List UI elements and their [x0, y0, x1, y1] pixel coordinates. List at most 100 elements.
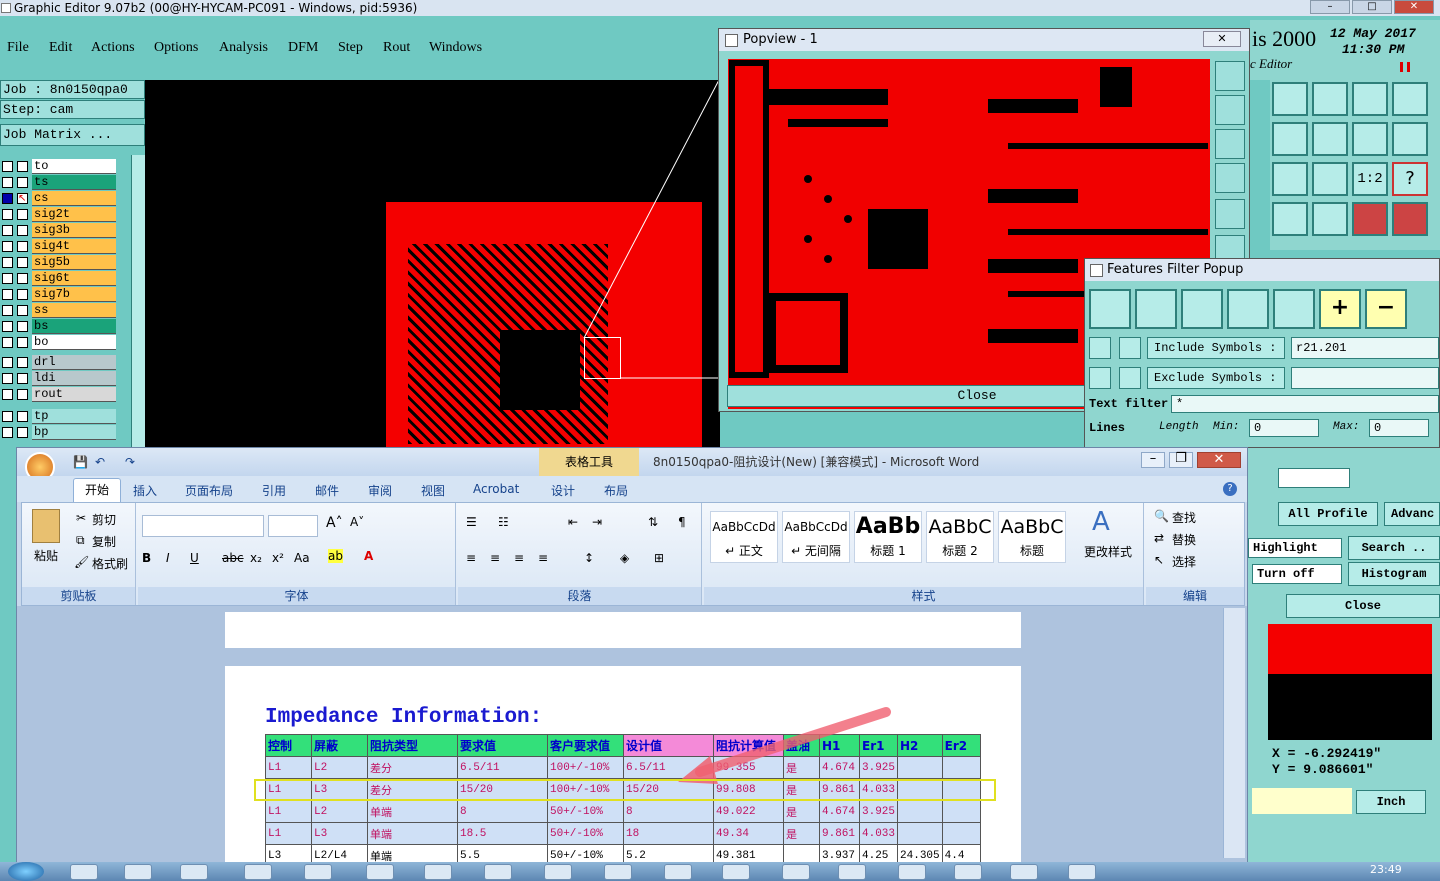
table-cell[interactable]: L2: [311, 756, 368, 779]
table-cell[interactable]: L1: [265, 800, 312, 823]
menu-options[interactable]: Options: [154, 40, 198, 56]
table-cell[interactable]: [941, 756, 981, 779]
table-header-cell[interactable]: 控制: [265, 734, 312, 757]
layer-checkbox[interactable]: [2, 177, 13, 188]
grow-font-icon[interactable]: A˄: [326, 515, 343, 531]
tab-design[interactable]: 设计: [551, 482, 575, 499]
layer-checkbox[interactable]: [2, 273, 13, 284]
font-name-select[interactable]: [142, 515, 264, 537]
align-left-icon[interactable]: ≡: [466, 551, 476, 565]
layer-checkbox[interactable]: [2, 225, 13, 236]
taskbar-ge-icon-1[interactable]: [544, 864, 572, 880]
layer-affected-checkbox[interactable]: [17, 321, 28, 332]
paste-icon[interactable]: [32, 509, 60, 543]
include-symbols-input[interactable]: r21.201: [1291, 337, 1439, 359]
help-icon[interactable]: ?: [1223, 482, 1237, 496]
include-pick-icon[interactable]: [1119, 337, 1141, 359]
bullets-icon[interactable]: ☰: [466, 515, 477, 529]
table-cell[interactable]: 差分: [367, 756, 458, 779]
exclude-symbols-input[interactable]: [1291, 367, 1439, 389]
pan-left-icon[interactable]: [1272, 122, 1308, 156]
tab-acrobat[interactable]: Acrobat: [473, 482, 519, 496]
table-cell[interactable]: 8: [623, 800, 714, 823]
find-button[interactable]: 查找: [1172, 509, 1196, 526]
layer-row-sig3b[interactable]: sig3b: [0, 223, 116, 238]
layer-affected-checkbox[interactable]: [17, 241, 28, 252]
help-icon[interactable]: ?: [1392, 162, 1428, 196]
pop-zoom-icon[interactable]: [1215, 61, 1245, 91]
layer-name[interactable]: to: [32, 159, 116, 174]
layer-checkbox[interactable]: [2, 427, 13, 438]
tab-page-layout[interactable]: 页面布局: [185, 482, 233, 499]
word-vertical-scrollbar[interactable]: [1223, 608, 1245, 858]
layer-checkbox[interactable]: [2, 321, 13, 332]
text-feature-icon[interactable]: [1273, 289, 1315, 329]
surface-feature-icon[interactable]: [1181, 289, 1223, 329]
table-cell[interactable]: 6.5/11: [457, 756, 548, 779]
table-cell[interactable]: 50+/-10%: [547, 822, 624, 845]
measure-icon[interactable]: [1272, 202, 1308, 236]
layer-row-to[interactable]: to: [0, 159, 116, 174]
table-cell[interactable]: 3.925: [858, 800, 899, 823]
table-cell[interactable]: L3: [311, 822, 368, 845]
table-cell[interactable]: 是: [783, 822, 820, 845]
layer-affected-checkbox[interactable]: [17, 411, 28, 422]
document-area[interactable]: Impedance Information: 控制 屏蔽 阻抗类型 要求值 客户要求值设…: [17, 606, 1247, 867]
table-cell[interactable]: [941, 800, 981, 823]
strikethrough-icon[interactable]: abc: [222, 551, 244, 565]
table-cell[interactable]: 100+/-10%: [547, 756, 624, 779]
tab-references[interactable]: 引用: [262, 482, 286, 499]
tab-layout[interactable]: 布局: [604, 482, 628, 499]
replace-icon[interactable]: ⇄: [1154, 531, 1164, 545]
table-header-cell[interactable]: 屏蔽: [311, 734, 368, 757]
table-header-cell[interactable]: 要求值: [457, 734, 548, 757]
layer-checkbox[interactable]: [2, 389, 13, 400]
copy-icon[interactable]: ⧉: [76, 533, 85, 548]
bold-icon[interactable]: B: [142, 551, 151, 565]
positive-polarity-icon[interactable]: +: [1319, 289, 1361, 329]
taskbar-browser-icon[interactable]: [484, 864, 512, 880]
taskbar-misc-icon[interactable]: [1068, 864, 1096, 880]
layer-name[interactable]: sig7b: [32, 287, 116, 302]
layer-name[interactable]: ss: [32, 303, 116, 318]
layer-checkbox[interactable]: [2, 337, 13, 348]
taskbar-clock[interactable]: 23:49: [1370, 863, 1402, 876]
turn-off-field[interactable]: Turn off: [1252, 564, 1342, 584]
highlight-color-icon[interactable]: ab: [328, 549, 343, 563]
format-painter-icon[interactable]: 🖌: [74, 555, 89, 569]
table-cell[interactable]: 是: [783, 800, 820, 823]
line-spacing-icon[interactable]: ↕: [584, 551, 594, 565]
taskbar-excel-icon-2[interactable]: [954, 864, 982, 880]
change-styles-icon[interactable]: A: [1092, 507, 1110, 537]
decrease-indent-icon[interactable]: ⇤: [568, 515, 578, 529]
table-cell[interactable]: 8: [457, 800, 548, 823]
table-cell[interactable]: 18: [623, 822, 714, 845]
layer-affected-checkbox[interactable]: [17, 177, 28, 188]
layer-checkbox[interactable]: [2, 289, 13, 300]
menu-edit[interactable]: Edit: [49, 40, 72, 56]
table-cell[interactable]: [897, 756, 943, 779]
table-cell[interactable]: 49.022: [713, 800, 784, 823]
pop-down-icon[interactable]: [1215, 129, 1245, 159]
taskbar-save-icon[interactable]: [424, 864, 452, 880]
layer-checkbox[interactable]: [2, 411, 13, 422]
taskbar-ge-icon-2[interactable]: [604, 864, 632, 880]
tab-insert[interactable]: 插入: [133, 482, 157, 499]
tab-view[interactable]: 视图: [421, 482, 445, 499]
taskbar-folder-icon[interactable]: [180, 864, 208, 880]
highlight-field[interactable]: Highlight: [1248, 538, 1342, 558]
layer-name[interactable]: bo: [32, 335, 116, 350]
zoom-down-icon[interactable]: [1312, 82, 1348, 116]
table-header-cell[interactable]: 阻抗类型: [367, 734, 458, 757]
layer-affected-checkbox[interactable]: [17, 427, 28, 438]
undo-icon[interactable]: ↶: [95, 448, 105, 476]
layer-row-drl[interactable]: drl: [0, 355, 116, 370]
sort-icon[interactable]: ⇅: [648, 515, 658, 529]
font-size-select[interactable]: [268, 515, 318, 537]
layer-affected-checkbox[interactable]: [17, 257, 28, 268]
table-cell[interactable]: 单端: [367, 822, 458, 845]
shading-icon[interactable]: ◈: [620, 551, 629, 565]
font-color-icon[interactable]: A: [364, 549, 373, 563]
select-button[interactable]: 选择: [1172, 553, 1196, 570]
layer-name[interactable]: sig2t: [32, 207, 116, 222]
